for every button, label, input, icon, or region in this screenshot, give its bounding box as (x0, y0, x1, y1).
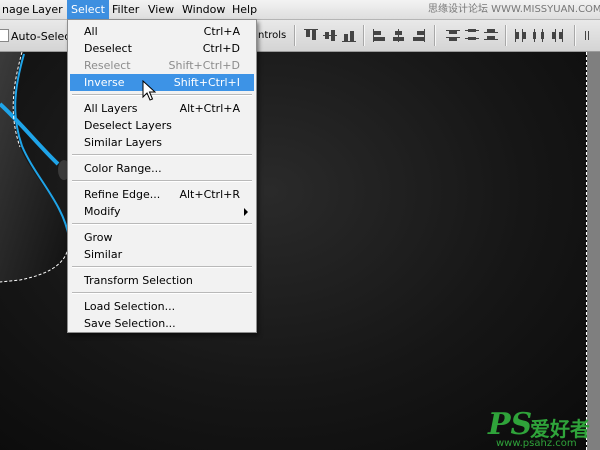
mouse-pointer-icon (142, 80, 156, 101)
menu-item-similar[interactable]: Similar (70, 246, 254, 263)
menu-separator (72, 266, 252, 268)
submenu-arrow-icon (244, 208, 248, 216)
toolbar-separator (505, 25, 507, 46)
menu-select[interactable]: Select (67, 0, 109, 19)
menu-item-similar-layers[interactable]: Similar Layers (70, 134, 254, 151)
menu-filter[interactable]: Filter (108, 0, 143, 19)
align-vertical-centers-icon[interactable] (323, 29, 337, 42)
auto-align-layers-icon[interactable] (584, 29, 598, 42)
menu-item-deselect-layers[interactable]: Deselect Layers (70, 117, 254, 134)
toolbar-separator (434, 25, 436, 46)
menu-item-all[interactable]: All Ctrl+A (70, 23, 254, 40)
toolbar-separator (574, 25, 576, 46)
watermark-url: www.psahz.com (496, 438, 577, 449)
menu-item-deselect[interactable]: Deselect Ctrl+D (70, 40, 254, 57)
toolbar-separator (363, 25, 365, 46)
select-menu: All Ctrl+A Deselect Ctrl+D Reselect Shift+C… (67, 19, 257, 333)
toolbar-separator (294, 25, 296, 46)
align-bottom-edges-icon[interactable] (342, 29, 356, 42)
menu-help[interactable]: Help (228, 0, 261, 19)
menu-item-inverse[interactable]: Inverse Shift+Ctrl+I (70, 74, 254, 91)
auto-select-checkbox[interactable] (0, 29, 9, 42)
menu-item-transform-selection[interactable]: Transform Selection (70, 272, 254, 289)
artwork-shape (0, 52, 70, 283)
menu-item-modify[interactable]: Modify (70, 203, 254, 220)
menu-separator (72, 94, 252, 96)
distribute-top-edges-icon[interactable] (446, 29, 460, 42)
menu-separator (72, 154, 252, 156)
menu-item-all-layers[interactable]: All Layers Alt+Ctrl+A (70, 100, 254, 117)
menu-item-grow[interactable]: Grow (70, 229, 254, 246)
menu-item-color-range[interactable]: Color Range... (70, 160, 254, 177)
distribute-bottom-edges-icon[interactable] (484, 29, 498, 42)
distribute-vertical-centers-icon[interactable] (465, 29, 479, 42)
menu-bar: nage Layer Select Filter View Window Hel… (0, 0, 600, 20)
show-transform-controls-label[interactable]: ntrols (258, 30, 286, 41)
distribute-horizontal-centers-icon[interactable] (533, 29, 547, 42)
menu-item-load-selection[interactable]: Load Selection... (70, 298, 254, 315)
menu-item-save-selection[interactable]: Save Selection... (70, 315, 254, 332)
menu-layer[interactable]: Layer (28, 0, 67, 19)
ps-logo: PS (488, 407, 533, 442)
ps-watermark: PS 爱好者 www.psahz.com (488, 407, 598, 449)
align-top-edges-icon[interactable] (304, 29, 318, 42)
pasteboard (587, 52, 600, 450)
menu-item-refine-edge[interactable]: Refine Edge... Alt+Ctrl+R (70, 186, 254, 203)
menu-view[interactable]: View (144, 0, 178, 19)
align-right-edges-icon[interactable] (411, 29, 425, 42)
align-left-edges-icon[interactable] (373, 29, 387, 42)
menu-separator (72, 180, 252, 182)
menu-separator (72, 223, 252, 225)
menu-separator (72, 292, 252, 294)
menu-item-reselect: Reselect Shift+Ctrl+D (84, 59, 240, 72)
site-watermark: 思缘设计论坛 WWW.MISSYUAN.COM (428, 4, 600, 15)
distribute-right-edges-icon[interactable] (552, 29, 566, 42)
distribute-left-edges-icon[interactable] (514, 29, 528, 42)
menu-window[interactable]: Window (178, 0, 229, 19)
align-horizontal-centers-icon[interactable] (392, 29, 406, 42)
